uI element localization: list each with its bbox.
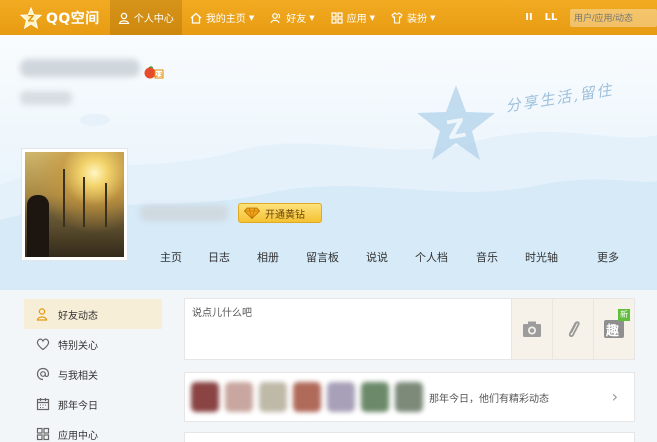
level-badge-icon: 23 bbox=[144, 66, 164, 79]
tab-music[interactable]: 音乐 bbox=[476, 249, 525, 265]
fun-button[interactable]: 趣 新 bbox=[593, 299, 634, 359]
heart-icon bbox=[36, 337, 50, 351]
sidebar-item-friend-feed[interactable]: 好友动态 bbox=[24, 299, 162, 329]
username-blurred bbox=[20, 59, 140, 77]
sidebar-item-label: 特别关心 bbox=[58, 340, 98, 352]
nav-my-homepage[interactable]: 我的主页 ▼ bbox=[182, 0, 262, 35]
friend-avatar bbox=[293, 382, 321, 412]
apps-grid-icon bbox=[330, 11, 343, 24]
sidebar-item-label: 那年今日 bbox=[58, 400, 98, 412]
nav-apps[interactable]: 应用 ▼ bbox=[323, 0, 383, 35]
qzone-star-icon: Z bbox=[20, 6, 42, 29]
chevron-right-icon[interactable]: › bbox=[612, 387, 618, 406]
profile-header: 23 Z 分享生活,留住 开通黄钻 主页 日志 相册 留言板 说说 个人档 音乐… bbox=[0, 35, 657, 290]
at-icon bbox=[36, 367, 50, 381]
post-composer: 说点儿什么吧 趣 新 bbox=[184, 298, 635, 360]
nav-label: 应用 bbox=[346, 14, 367, 25]
friend-avatar bbox=[259, 382, 287, 412]
calendar-icon bbox=[36, 397, 50, 411]
chevron-down-icon: ▼ bbox=[248, 13, 255, 22]
link-button[interactable] bbox=[552, 299, 593, 359]
post-input[interactable]: 说点儿什么吧 bbox=[185, 299, 511, 359]
open-yellow-diamond-button[interactable]: 开通黄钻 bbox=[238, 203, 322, 223]
qzone-logo[interactable]: Z QQ空间 bbox=[0, 0, 110, 35]
diamond-icon bbox=[244, 207, 260, 219]
sidebar-item-label: 应用中心 bbox=[58, 430, 98, 442]
nickname-blurred bbox=[140, 205, 228, 221]
topbar-right: II LL bbox=[518, 0, 657, 35]
pause-icon[interactable]: II bbox=[518, 0, 540, 35]
new-badge: 新 bbox=[618, 309, 630, 321]
sidebar-item-related-to-me[interactable]: 与我相关 bbox=[24, 359, 162, 389]
nav-label: 装扮 bbox=[406, 14, 427, 25]
top-bar: Z QQ空间 个人中心 我的主页 ▼ 好友 ▼ 应用 ▼ 装扮 ▼ II LL bbox=[0, 0, 657, 35]
tab-shuoshuo[interactable]: 说说 bbox=[366, 249, 415, 265]
shirt-icon bbox=[391, 11, 403, 24]
nav-label: 好友 bbox=[286, 14, 307, 25]
qzone-watermark-star-icon: Z bbox=[417, 85, 495, 160]
sidebar-item-label: 与我相关 bbox=[58, 370, 98, 382]
sidebar-item-on-this-day[interactable]: 那年今日 bbox=[24, 389, 162, 419]
friend-avatar bbox=[191, 382, 219, 412]
nav-friends[interactable]: 好友 ▼ bbox=[262, 0, 322, 35]
friend-avatar bbox=[361, 382, 389, 412]
sidebar-item-special-care[interactable]: 特别关心 bbox=[24, 329, 162, 359]
qu-label: 趣 bbox=[606, 324, 620, 339]
tab-album[interactable]: 相册 bbox=[257, 249, 306, 265]
feed-card-partial bbox=[184, 432, 635, 442]
friend-avatar bbox=[225, 382, 253, 412]
link-icon bbox=[568, 321, 580, 338]
friends-icon bbox=[270, 12, 282, 24]
friend-avatars bbox=[191, 382, 429, 412]
svg-text:Z: Z bbox=[28, 13, 35, 24]
nav-label: 个人中心 bbox=[133, 14, 174, 25]
nav-personal-center[interactable]: 个人中心 bbox=[109, 0, 182, 35]
avatar bbox=[25, 152, 124, 257]
tab-guestbook[interactable]: 留言板 bbox=[306, 249, 366, 265]
apps-icon bbox=[36, 427, 50, 441]
chevron-down-icon: ▼ bbox=[369, 13, 375, 22]
on-this-day-card[interactable]: 那年今日，他们有精彩动态 › bbox=[184, 372, 635, 422]
chart-icon[interactable]: LL bbox=[540, 0, 562, 35]
profile-tabs: 主页 日志 相册 留言板 说说 个人档 音乐 时光轴 更多 bbox=[160, 249, 627, 265]
svg-text:23: 23 bbox=[155, 72, 163, 79]
chevron-down-icon: ▼ bbox=[429, 13, 436, 22]
chevron-down-icon: ▼ bbox=[309, 13, 315, 22]
tab-profile[interactable]: 个人档 bbox=[415, 249, 476, 265]
sidebar-item-app-center[interactable]: 应用中心 bbox=[24, 419, 162, 442]
left-sidebar: 好友动态 特别关心 与我相关 那年今日 应用中心 bbox=[24, 299, 162, 442]
avatar-frame[interactable] bbox=[21, 148, 128, 261]
tab-home[interactable]: 主页 bbox=[160, 249, 208, 265]
friend-avatar bbox=[327, 382, 355, 412]
user-level-blurred bbox=[20, 91, 72, 105]
post-tools: 趣 新 bbox=[511, 299, 634, 359]
nav-decorate[interactable]: 装扮 ▼ bbox=[383, 0, 443, 35]
person-icon bbox=[118, 12, 130, 24]
friends-feed-icon bbox=[36, 307, 50, 321]
on-this-day-text: 那年今日，他们有精彩动态 bbox=[429, 394, 549, 405]
home-icon bbox=[190, 12, 202, 24]
vip-button-label: 开通黄钻 bbox=[265, 209, 305, 221]
tab-more[interactable]: 更多 bbox=[597, 249, 627, 265]
sidebar-item-label: 好友动态 bbox=[58, 310, 98, 322]
friend-avatar bbox=[395, 382, 423, 412]
logo-text: QQ空间 bbox=[46, 10, 100, 27]
camera-icon bbox=[523, 321, 541, 337]
search-input[interactable] bbox=[570, 8, 657, 27]
nav-label: 我的主页 bbox=[205, 14, 246, 25]
tab-timeline[interactable]: 时光轴 bbox=[525, 249, 597, 265]
photo-button[interactable] bbox=[511, 299, 552, 359]
tab-blog[interactable]: 日志 bbox=[208, 249, 257, 265]
